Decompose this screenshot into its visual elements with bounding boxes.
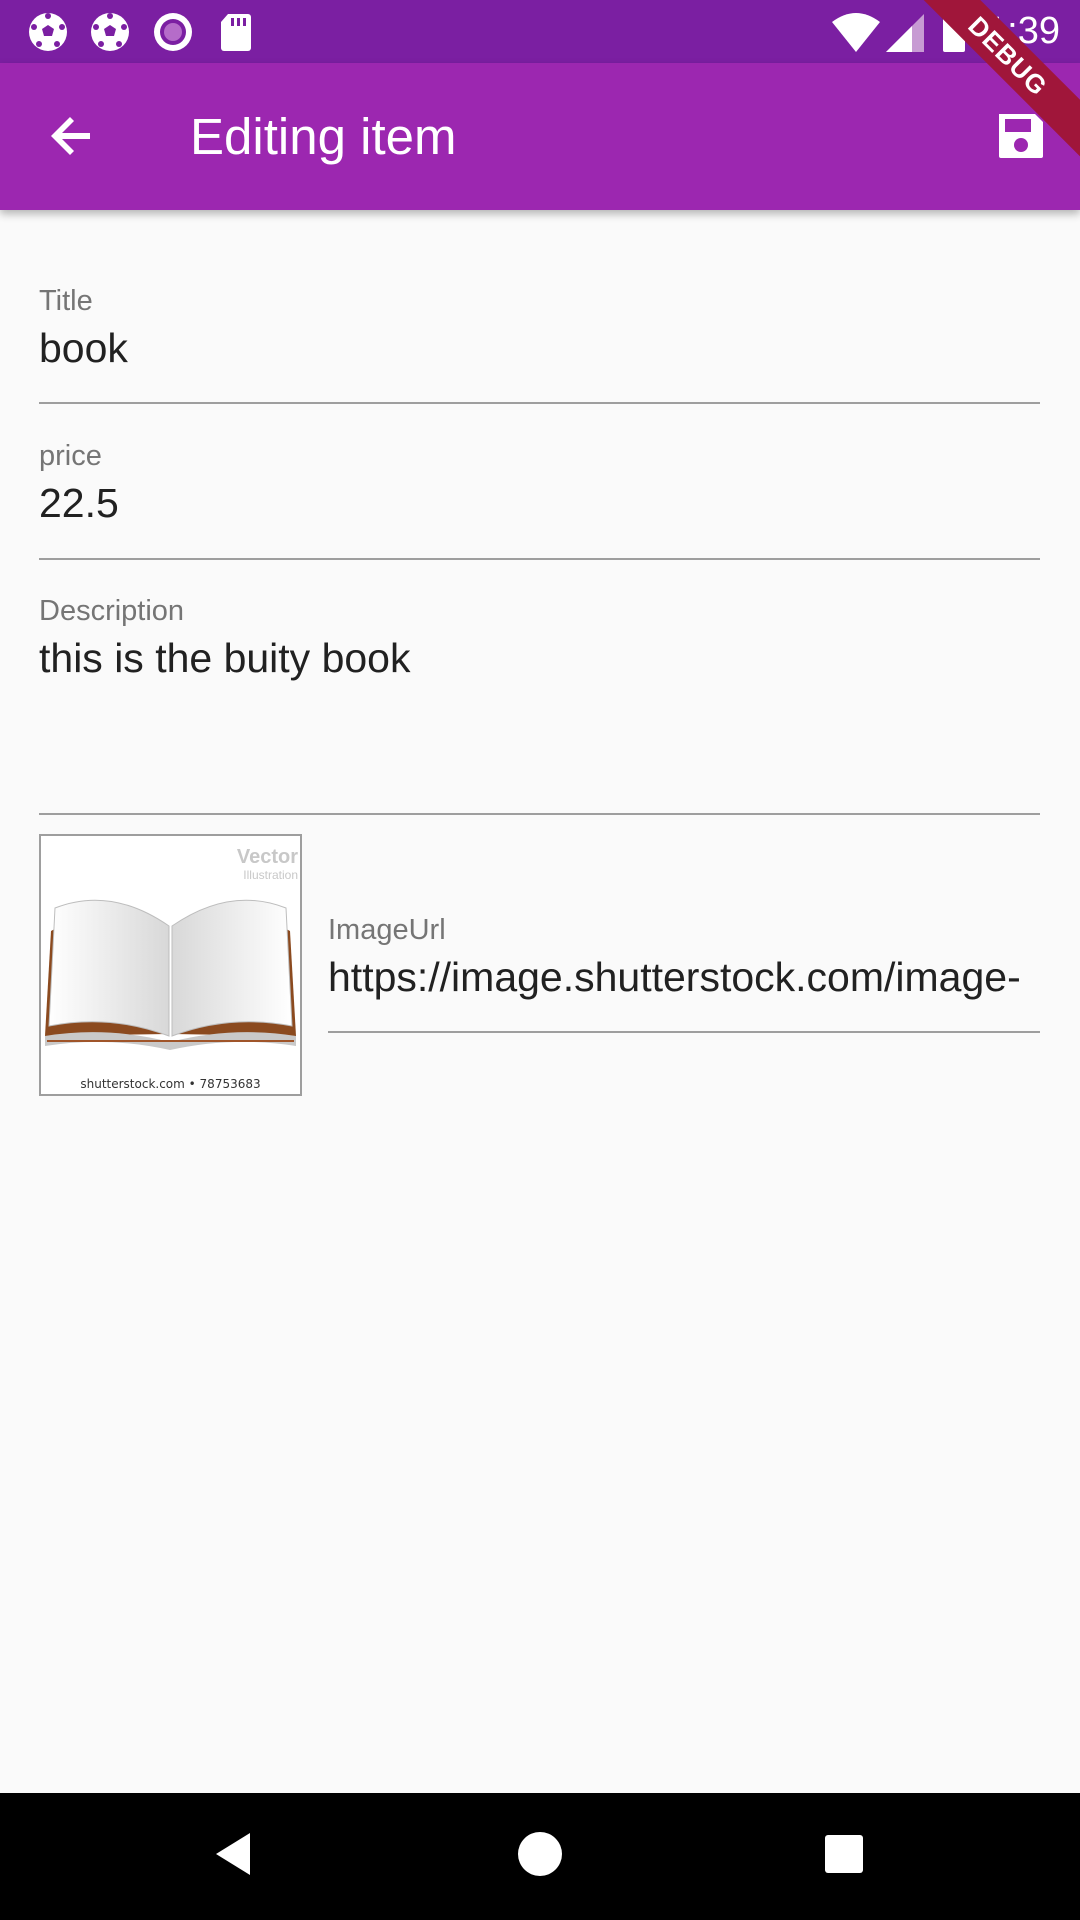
- save-icon: [995, 110, 1047, 167]
- signal-icon: [884, 10, 928, 54]
- nav-recents-icon: [819, 1829, 869, 1884]
- description-label: Description: [39, 595, 185, 627]
- watermark-subtext: Illustration: [243, 868, 298, 882]
- app-bar: Editing item: [0, 63, 1080, 210]
- page-title: Editing item: [190, 108, 457, 165]
- title-field[interactable]: Title book: [39, 280, 1040, 404]
- title-input[interactable]: book: [39, 324, 1040, 372]
- imageurl-field[interactable]: ImageUrl https://image.shutterstock.com/…: [328, 905, 1040, 1033]
- title-label: Title: [39, 285, 93, 317]
- watermark-text: Vector: [236, 846, 298, 868]
- description-field[interactable]: Description this is the buity book: [39, 590, 1040, 815]
- price-label: price: [39, 440, 102, 472]
- thumbnail-caption: shutterstock.com • 78753683: [80, 1077, 261, 1091]
- soccer-ball-icon: [88, 10, 132, 54]
- sd-card-icon: [214, 10, 258, 54]
- nav-back-button[interactable]: [200, 1821, 270, 1891]
- imageurl-label: ImageUrl: [328, 914, 446, 946]
- price-field[interactable]: price 22.5: [39, 435, 1040, 560]
- circle-record-icon: [151, 10, 195, 54]
- item-thumbnail: Vector Illustration shutterstock.com • 7…: [39, 834, 302, 1096]
- nav-home-button[interactable]: [505, 1821, 575, 1891]
- arrow-back-icon: [48, 111, 98, 166]
- price-input[interactable]: 22.5: [39, 479, 1040, 527]
- soccer-ball-icon: [26, 10, 70, 54]
- back-button[interactable]: [38, 103, 108, 173]
- nav-home-icon: [515, 1829, 565, 1884]
- nav-recents-button[interactable]: [809, 1821, 879, 1891]
- wifi-icon: [830, 10, 882, 54]
- navigation-bar: [0, 1793, 1080, 1920]
- status-bar: 1:39: [0, 0, 1080, 63]
- description-input[interactable]: this is the buity book: [39, 634, 1040, 682]
- imageurl-input[interactable]: https://image.shutterstock.com/image-: [328, 953, 1040, 1001]
- nav-back-icon: [210, 1829, 260, 1884]
